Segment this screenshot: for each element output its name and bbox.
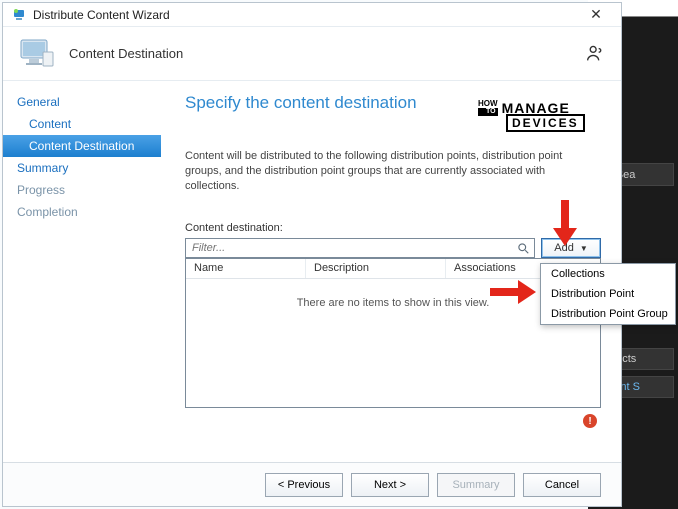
step-content-destination[interactable]: Content Destination	[3, 135, 161, 157]
chevron-down-icon: ▼	[580, 244, 588, 253]
close-icon: ✕	[590, 6, 602, 23]
filter-input[interactable]	[190, 240, 516, 256]
filter-box[interactable]	[185, 238, 535, 258]
menu-item-collections[interactable]: Collections	[541, 264, 675, 284]
step-content[interactable]: Content	[3, 113, 161, 135]
annotation-arrow-down-icon	[550, 198, 580, 248]
monitor-icon	[17, 34, 57, 74]
step-completion: Completion	[3, 201, 161, 223]
col-description[interactable]: Description	[306, 259, 446, 278]
next-button[interactable]: Next >	[351, 473, 429, 497]
explanation-text: Content will be distributed to the follo…	[185, 149, 601, 194]
wizard-footer: < Previous Next > Summary Cancel	[3, 462, 621, 506]
page-title: Content Destination	[69, 46, 183, 61]
col-name[interactable]: Name	[186, 259, 306, 278]
add-dropdown-menu: Collections Distribution Point Distribut…	[540, 263, 676, 325]
search-icon[interactable]	[516, 241, 530, 255]
content-destination-label: Content destination:	[185, 222, 601, 234]
previous-button[interactable]: < Previous	[265, 473, 343, 497]
empty-table-text: There are no items to show in this view.	[297, 297, 490, 309]
cancel-button[interactable]: Cancel	[523, 473, 601, 497]
validation-error-icon: !	[583, 414, 597, 428]
menu-item-distribution-point[interactable]: Distribution Point	[541, 284, 675, 304]
destinations-table: Name Description Associations There are …	[185, 258, 601, 408]
wizard-steps-sidebar: General Content Content Destination Summ…	[3, 81, 161, 462]
person-icon[interactable]	[583, 42, 607, 66]
watermark-logo: HOW TO MANAGE DEVICES	[478, 100, 585, 132]
close-button[interactable]: ✕	[579, 5, 613, 25]
summary-button: Summary	[437, 473, 515, 497]
titlebar: Distribute Content Wizard ✕	[3, 3, 621, 27]
wizard-window: Distribute Content Wizard ✕ Content Dest…	[2, 2, 622, 507]
page-header: Content Destination	[3, 27, 621, 81]
menu-item-distribution-point-group[interactable]: Distribution Point Group	[541, 304, 675, 324]
step-general[interactable]: General	[3, 91, 161, 113]
annotation-arrow-right-icon	[488, 278, 538, 306]
step-progress: Progress	[3, 179, 161, 201]
window-title: Distribute Content Wizard	[33, 8, 170, 22]
step-summary[interactable]: Summary	[3, 157, 161, 179]
app-icon	[11, 7, 27, 23]
